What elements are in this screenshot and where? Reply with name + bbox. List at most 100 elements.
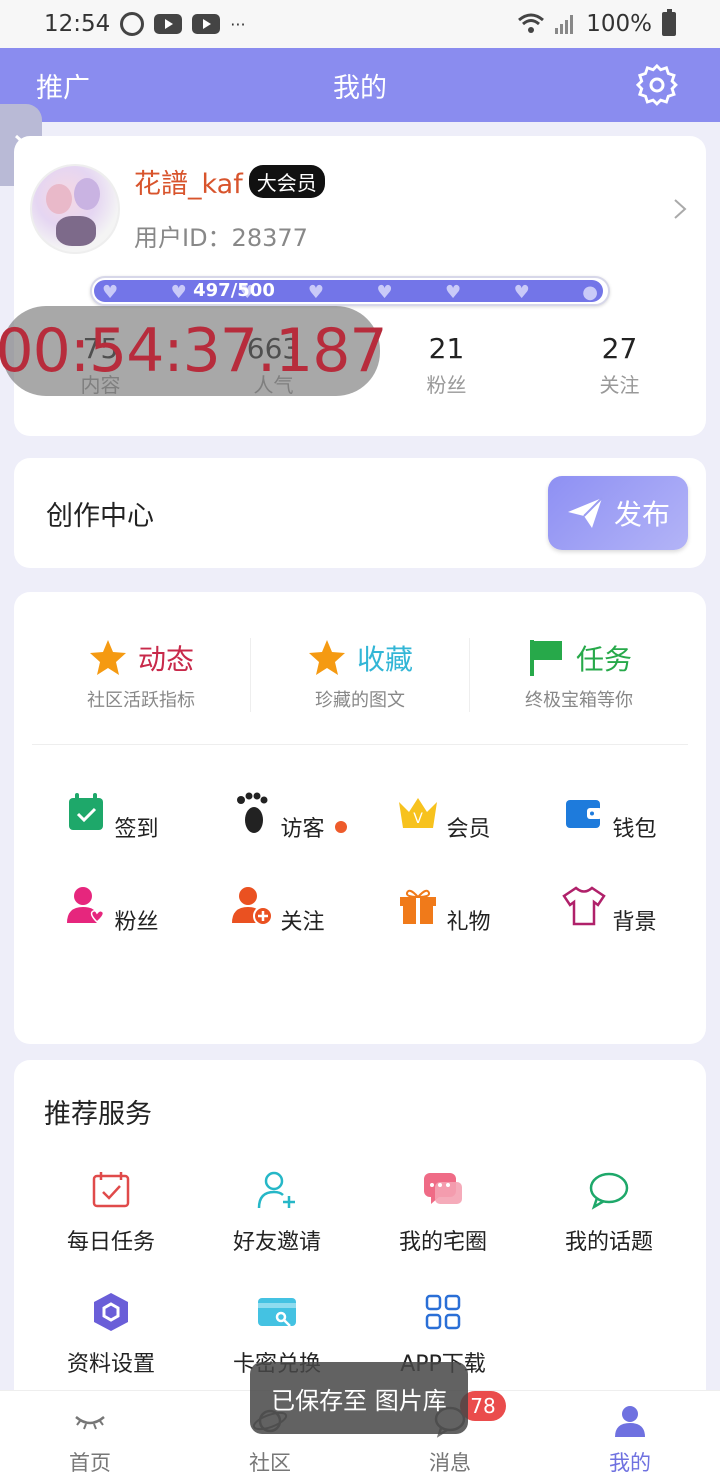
feature-activity[interactable]: 动态 社区活跃指标 [32,638,251,712]
menu-card: 动态 社区活跃指标 收藏 珍藏的图文 任务 终极宝箱等你 签到 访客 V 会员 … [14,592,706,1044]
grid-item-visitors[interactable]: 访客 [194,790,360,843]
settings-gear-icon[interactable] [636,64,678,106]
grid-label: 关注 [280,910,325,935]
grid-label: 会员 [446,817,491,842]
service-label: 我的话题 [564,1230,653,1255]
feature-subtitle: 社区活跃指标 [87,690,195,711]
battery-icon [662,9,676,36]
grid-label: 签到 [114,817,159,842]
tab-home[interactable]: 首页 [0,1391,180,1476]
status-time: 12:54 [44,11,111,37]
saved-toast: 已保存至 图片库 [250,1362,468,1434]
app-header: 推广 我的 [0,48,720,122]
signal-icon [555,15,574,34]
tab-label: 社区 [249,1451,291,1475]
user-heart-icon [67,887,105,924]
flag-icon [529,640,562,676]
stat-number: 27 [601,332,638,365]
speech-bubble-icon [589,1172,629,1210]
tab-label: 消息 [429,1451,471,1475]
grid-label-text: 访客 [280,817,325,842]
user-id: 用户ID：28377 [134,224,308,252]
vip-badge: 大会员 [248,165,325,198]
send-plane-icon [567,497,603,528]
star-icon [89,640,126,675]
tab-mine[interactable]: 我的 [540,1391,720,1476]
wifi-icon [518,13,545,33]
level-text: 497/500 [193,280,275,301]
app-grid-icon [425,1294,461,1330]
calendar-task-icon [92,1172,130,1208]
service-label: 每日任务 [66,1230,155,1255]
service-label: 资料设置 [66,1352,155,1377]
creation-center-card: 创作中心 发布 [14,458,706,568]
feature-tasks[interactable]: 任务 终极宝箱等你 [470,638,688,712]
promote-link[interactable]: 推广 [36,66,90,105]
publish-button[interactable]: 发布 [548,476,688,550]
creation-center-title: 创作中心 [46,501,154,532]
grid-item-wallet[interactable]: 钱包 [526,790,692,843]
service-my-circle[interactable]: 我的宅圈 [360,1168,526,1256]
feature-title: 收藏 [356,643,413,676]
grid-item-vip[interactable]: V 会员 [360,790,526,843]
feature-subtitle: 终极宝箱等你 [525,690,633,711]
services-title: 推荐服务 [44,1099,152,1130]
service-daily-tasks[interactable]: 每日任务 [28,1168,194,1256]
grid-item-checkin[interactable]: 签到 [28,790,194,843]
grid-item-following[interactable]: 关注 [194,883,360,936]
user-icon [615,1406,645,1437]
wallet-icon [566,800,603,828]
service-invite-friends[interactable]: 好友邀请 [194,1168,360,1256]
feature-favorites[interactable]: 收藏 珍藏的图文 [251,638,470,712]
grid-item-fans[interactable]: 粉丝 [28,883,194,936]
service-profile-settings[interactable]: 资料设置 [28,1290,194,1378]
grid-label: 访客 [280,811,347,843]
chat-bubbles-icon [424,1173,462,1204]
calendar-check-icon [69,793,104,830]
username: 花譜_kaf [134,169,243,200]
publish-label: 发布 [613,498,670,531]
feature-subtitle: 珍藏的图文 [315,690,405,711]
tab-label: 首页 [69,1451,111,1475]
tab-label: 我的 [609,1451,651,1475]
closed-eye-icon [75,1416,105,1430]
grid-label: 钱包 [612,817,657,842]
hexagon-settings-icon [94,1293,128,1331]
new-dot-indicator [334,821,347,833]
card-key-icon [258,1298,296,1327]
page-title: 我的 [333,72,387,104]
username-row: 花譜_kaf 大会员 [134,162,325,201]
function-grid: 签到 访客 V 会员 钱包 粉丝 关注 礼物 背景 [28,790,692,936]
grid-item-background[interactable]: 背景 [526,883,692,936]
stat-label: 关注 [599,373,640,397]
service-label: 好友邀请 [232,1230,321,1255]
service-my-topics[interactable]: 我的话题 [526,1168,692,1256]
battery-percent: 100% [586,11,652,37]
level-progress-bar: ♥♥♥♥♥♥♥♥ ♥♥♥♥♥♥♥● 497/500 [90,276,610,306]
tshirt-icon [562,886,607,926]
divider [32,744,688,745]
user-add-icon [232,887,274,926]
status-bar: 12:54 ··· 100% [0,0,720,48]
star-icon [308,640,345,675]
user-invite-icon [257,1171,295,1209]
app-notification-icon [120,12,145,36]
youtube-icon [192,14,221,34]
feature-title: 动态 [137,643,194,676]
gift-icon [400,889,437,924]
grid-label: 背景 [612,910,657,935]
floating-timer-overlay[interactable]: 00:54:37.187 [0,306,388,396]
grid-item-gifts[interactable]: 礼物 [360,883,526,936]
services-grid: 每日任务 好友邀请 我的宅圈 我的话题 资料设置 卡密兑换 APP下载 [28,1168,692,1378]
grid-label: 礼物 [446,910,491,935]
stat-following[interactable]: 27 关注 [533,332,706,398]
feature-row: 动态 社区活跃指标 收藏 珍藏的图文 任务 终极宝箱等你 [32,638,688,712]
service-label: 我的宅圈 [398,1230,487,1255]
chevron-right-icon[interactable] [670,196,690,222]
youtube-icon [154,14,183,34]
avatar[interactable] [30,164,120,254]
footprint-icon [237,792,268,833]
more-notifications: ··· [230,14,246,34]
grid-label: 粉丝 [114,910,159,935]
crown-icon: V [399,798,438,828]
